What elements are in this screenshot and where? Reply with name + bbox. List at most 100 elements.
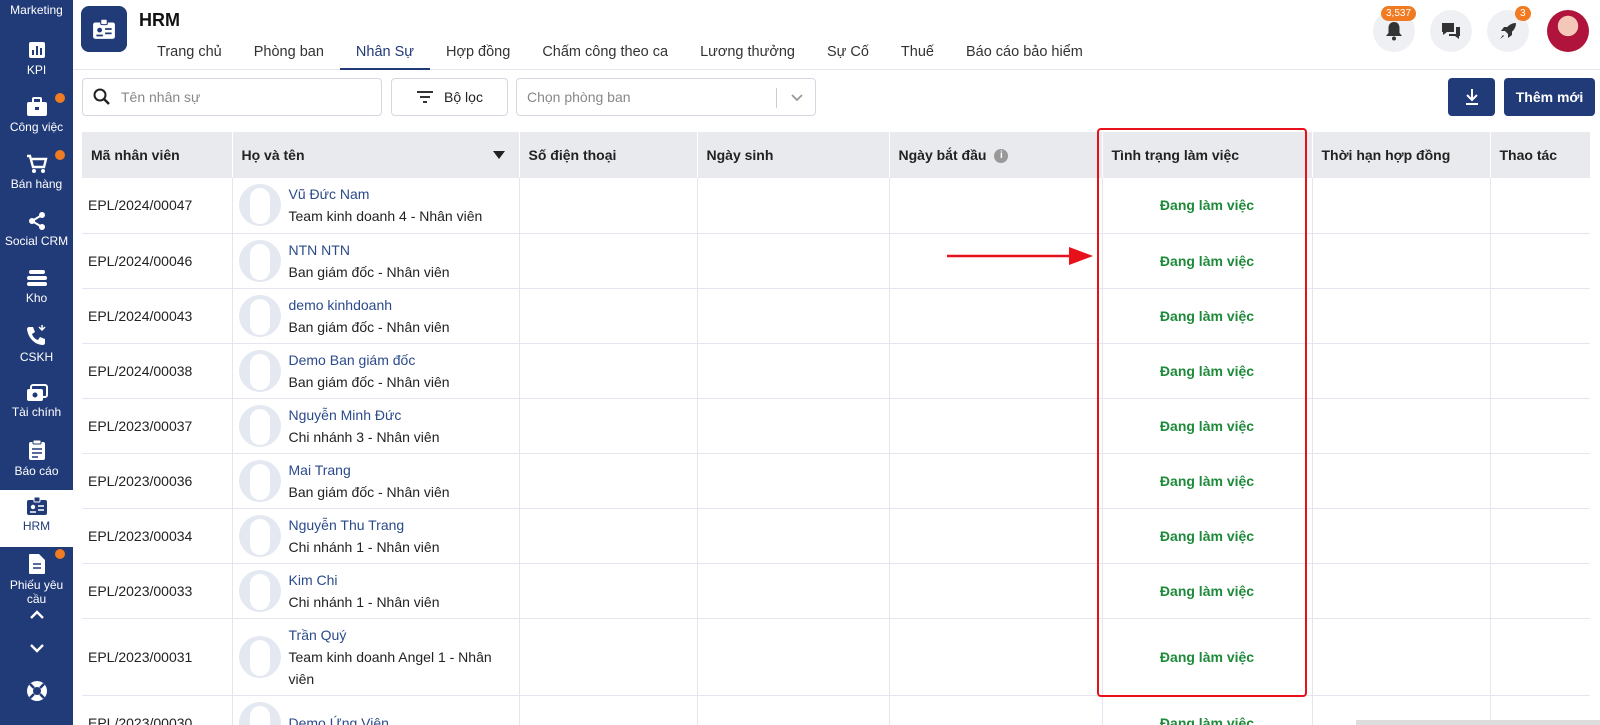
search-icon: [93, 88, 110, 105]
employee-id-cell: EPL/2023/00034: [82, 508, 233, 564]
employee-name-cell: Nguyễn Thu Trang Chi nhánh 1 - Nhân viên: [232, 508, 520, 564]
tab-thue[interactable]: Thuế: [885, 44, 950, 70]
sidebar-item-ban-hang[interactable]: Bán hàng: [0, 148, 73, 205]
tab-phong-ban[interactable]: Phòng ban: [238, 44, 340, 70]
column-header-birthday[interactable]: Ngày sinh: [697, 132, 890, 178]
work-status-cell: Đang làm việc: [1102, 695, 1313, 725]
rocket-button[interactable]: 3: [1487, 6, 1531, 52]
hrm-app-icon[interactable]: [81, 6, 127, 52]
actions-cell[interactable]: [1490, 343, 1590, 399]
employee-id-cell: EPL/2023/00036: [82, 453, 233, 509]
employee-name-link[interactable]: Mai Trang: [289, 459, 450, 481]
table-row[interactable]: EPL/2023/00036 Mai Trang Ban giám đốc - Nh…: [82, 453, 1590, 509]
actions-cell[interactable]: [1490, 233, 1590, 289]
sidebar-item-label: Bán hàng: [10, 177, 63, 191]
employee-name-link[interactable]: Vũ Đức Nam: [289, 183, 483, 205]
sidebar-item-label: Báo cáo: [14, 464, 59, 478]
birthday-cell: [697, 178, 890, 234]
tab-trang-chu[interactable]: Trang chủ: [141, 44, 238, 70]
actions-cell[interactable]: [1490, 288, 1590, 344]
employee-name-cell: demo kinhdoanh Ban giám đốc - Nhân viên: [232, 288, 520, 344]
employee-name-link[interactable]: Nguyễn Minh Đức: [289, 404, 440, 426]
notification-count-badge: 3,537: [1381, 6, 1417, 21]
column-header-start-date[interactable]: Ngày bắt đầu i: [889, 132, 1103, 178]
employee-table: Mã nhân viên Họ và tên Số điện thoại Ngà…: [82, 132, 1590, 725]
sidebar-item-marketing[interactable]: Marketing: [0, 0, 73, 20]
actions-cell[interactable]: [1490, 563, 1590, 619]
employee-name-cell: Vũ Đức Nam Team kinh doanh 4 - Nhân viên: [232, 178, 520, 234]
column-header-contract-term[interactable]: Thời hạn hợp đồng: [1312, 132, 1491, 178]
tab-bao-cao-bao-hiem[interactable]: Báo cáo bảo hiểm: [950, 44, 1099, 70]
column-header-work-status[interactable]: Tình trạng làm việc: [1102, 132, 1313, 178]
actions-cell[interactable]: [1490, 508, 1590, 564]
support-button[interactable]: [0, 679, 73, 708]
add-new-button[interactable]: Thêm mới: [1504, 78, 1595, 116]
select-divider: [776, 88, 777, 108]
actions-cell[interactable]: [1490, 398, 1590, 454]
sidebar-item-kpi[interactable]: KPI: [0, 34, 73, 91]
messages-button[interactable]: [1430, 10, 1472, 52]
horizontal-scrollbar[interactable]: [1356, 720, 1600, 725]
table-row[interactable]: EPL/2023/00034 Nguyễn Thu Trang Chi nhánh …: [82, 508, 1590, 564]
employee-name-cell: NTN NTN Ban giám đốc - Nhân viên: [232, 233, 520, 289]
table-row[interactable]: EPL/2024/00038 Demo Ban giám đốc Ban giám …: [82, 343, 1590, 399]
actions-cell[interactable]: [1490, 618, 1590, 696]
start-date-cell: [889, 233, 1103, 289]
actions-cell[interactable]: [1490, 453, 1590, 509]
table-row[interactable]: EPL/2023/00037 Nguyễn Minh Đức Chi nhánh 3…: [82, 398, 1590, 454]
employee-name-link[interactable]: Nguyễn Thu Trang: [289, 514, 440, 536]
table-row[interactable]: EPL/2024/00043 demo kinhdoanh Ban giám đốc…: [82, 288, 1590, 344]
employee-name-link[interactable]: NTN NTN: [289, 239, 450, 261]
tab-nhan-su[interactable]: Nhân Sự: [339, 44, 430, 70]
employee-avatar: [238, 294, 281, 337]
sidebar-item-hrm[interactable]: HRM: [0, 490, 73, 547]
sidebar-item-cong-viec[interactable]: Công việc: [0, 91, 73, 148]
employee-avatar: [238, 514, 281, 557]
employee-name-link[interactable]: Demo Ứng Viên: [289, 712, 389, 725]
scroll-up-button[interactable]: [0, 608, 73, 626]
download-button[interactable]: [1448, 78, 1495, 116]
table-row[interactable]: EPL/2023/00033 Kim Chi Chi nhánh 1 - Nhân …: [82, 563, 1590, 619]
employee-name-link[interactable]: Kim Chi: [289, 569, 440, 591]
column-header-actions: Thao tác: [1490, 132, 1590, 178]
search-input[interactable]: [121, 89, 361, 105]
sidebar-item-bao-cao[interactable]: Báo cáo: [0, 433, 73, 490]
scroll-down-button[interactable]: [0, 641, 73, 659]
employee-name-cell: Demo Ban giám đốc Ban giám đốc - Nhân viê…: [232, 343, 520, 399]
employee-name-link[interactable]: Trần Quý: [289, 624, 519, 646]
birthday-cell: [697, 563, 890, 619]
actions-cell[interactable]: [1490, 178, 1590, 234]
employee-id-cell: EPL/2024/00047: [82, 178, 233, 234]
sidebar-item-kho[interactable]: Kho: [0, 262, 73, 319]
tab-su-co[interactable]: Sự Cố: [811, 44, 885, 70]
column-header-name[interactable]: Họ và tên: [232, 132, 520, 178]
tab-cham-cong[interactable]: Chấm công theo ca: [526, 44, 684, 70]
notifications-button[interactable]: 3,537: [1373, 6, 1417, 52]
department-select[interactable]: Chọn phòng ban: [516, 78, 816, 116]
notification-dot: [55, 150, 65, 160]
table-row[interactable]: EPL/2023/00031 Trần Quý Team kinh doanh An…: [82, 618, 1590, 696]
tab-hop-dong[interactable]: Hợp đồng: [430, 44, 526, 70]
filter-button[interactable]: Bộ lọc: [391, 78, 508, 116]
table-row[interactable]: EPL/2024/00046 NTN NTN Ban giám đốc - Nhân…: [82, 233, 1590, 289]
column-header-phone[interactable]: Số điện thoại: [519, 132, 698, 178]
user-avatar[interactable]: [1547, 10, 1589, 52]
sidebar-item-tai-chinh[interactable]: Tài chính: [0, 376, 73, 433]
tab-luong-thuong[interactable]: Lương thưởng: [684, 44, 811, 70]
column-header-employee-id[interactable]: Mã nhân viên: [82, 132, 233, 178]
employee-department: Chi nhánh 1 - Nhân viên: [288, 593, 440, 610]
employee-id-cell: EPL/2023/00031: [82, 618, 233, 696]
info-icon[interactable]: i: [994, 149, 1009, 164]
employee-name-link[interactable]: demo kinhdoanh: [289, 294, 450, 316]
employee-id-cell: EPL/2023/00030: [82, 695, 233, 725]
contract-term-cell: [1312, 618, 1491, 696]
work-status-cell: Đang làm việc: [1102, 343, 1313, 399]
employee-name-link[interactable]: Demo Ban giám đốc: [289, 349, 450, 371]
table-row[interactable]: EPL/2024/00047 Vũ Đức Nam Team kinh doanh …: [82, 178, 1590, 234]
sidebar-item-cskh[interactable]: CSKH: [0, 319, 73, 376]
sidebar-item-phieu-yeu-cau[interactable]: Phiếu yêu cầu: [0, 547, 73, 609]
column-header-label: Họ và tên: [241, 147, 305, 163]
sort-down-icon[interactable]: [492, 151, 505, 159]
phone-cell: [519, 343, 698, 399]
sidebar-item-social-crm[interactable]: Social CRM: [0, 205, 73, 262]
